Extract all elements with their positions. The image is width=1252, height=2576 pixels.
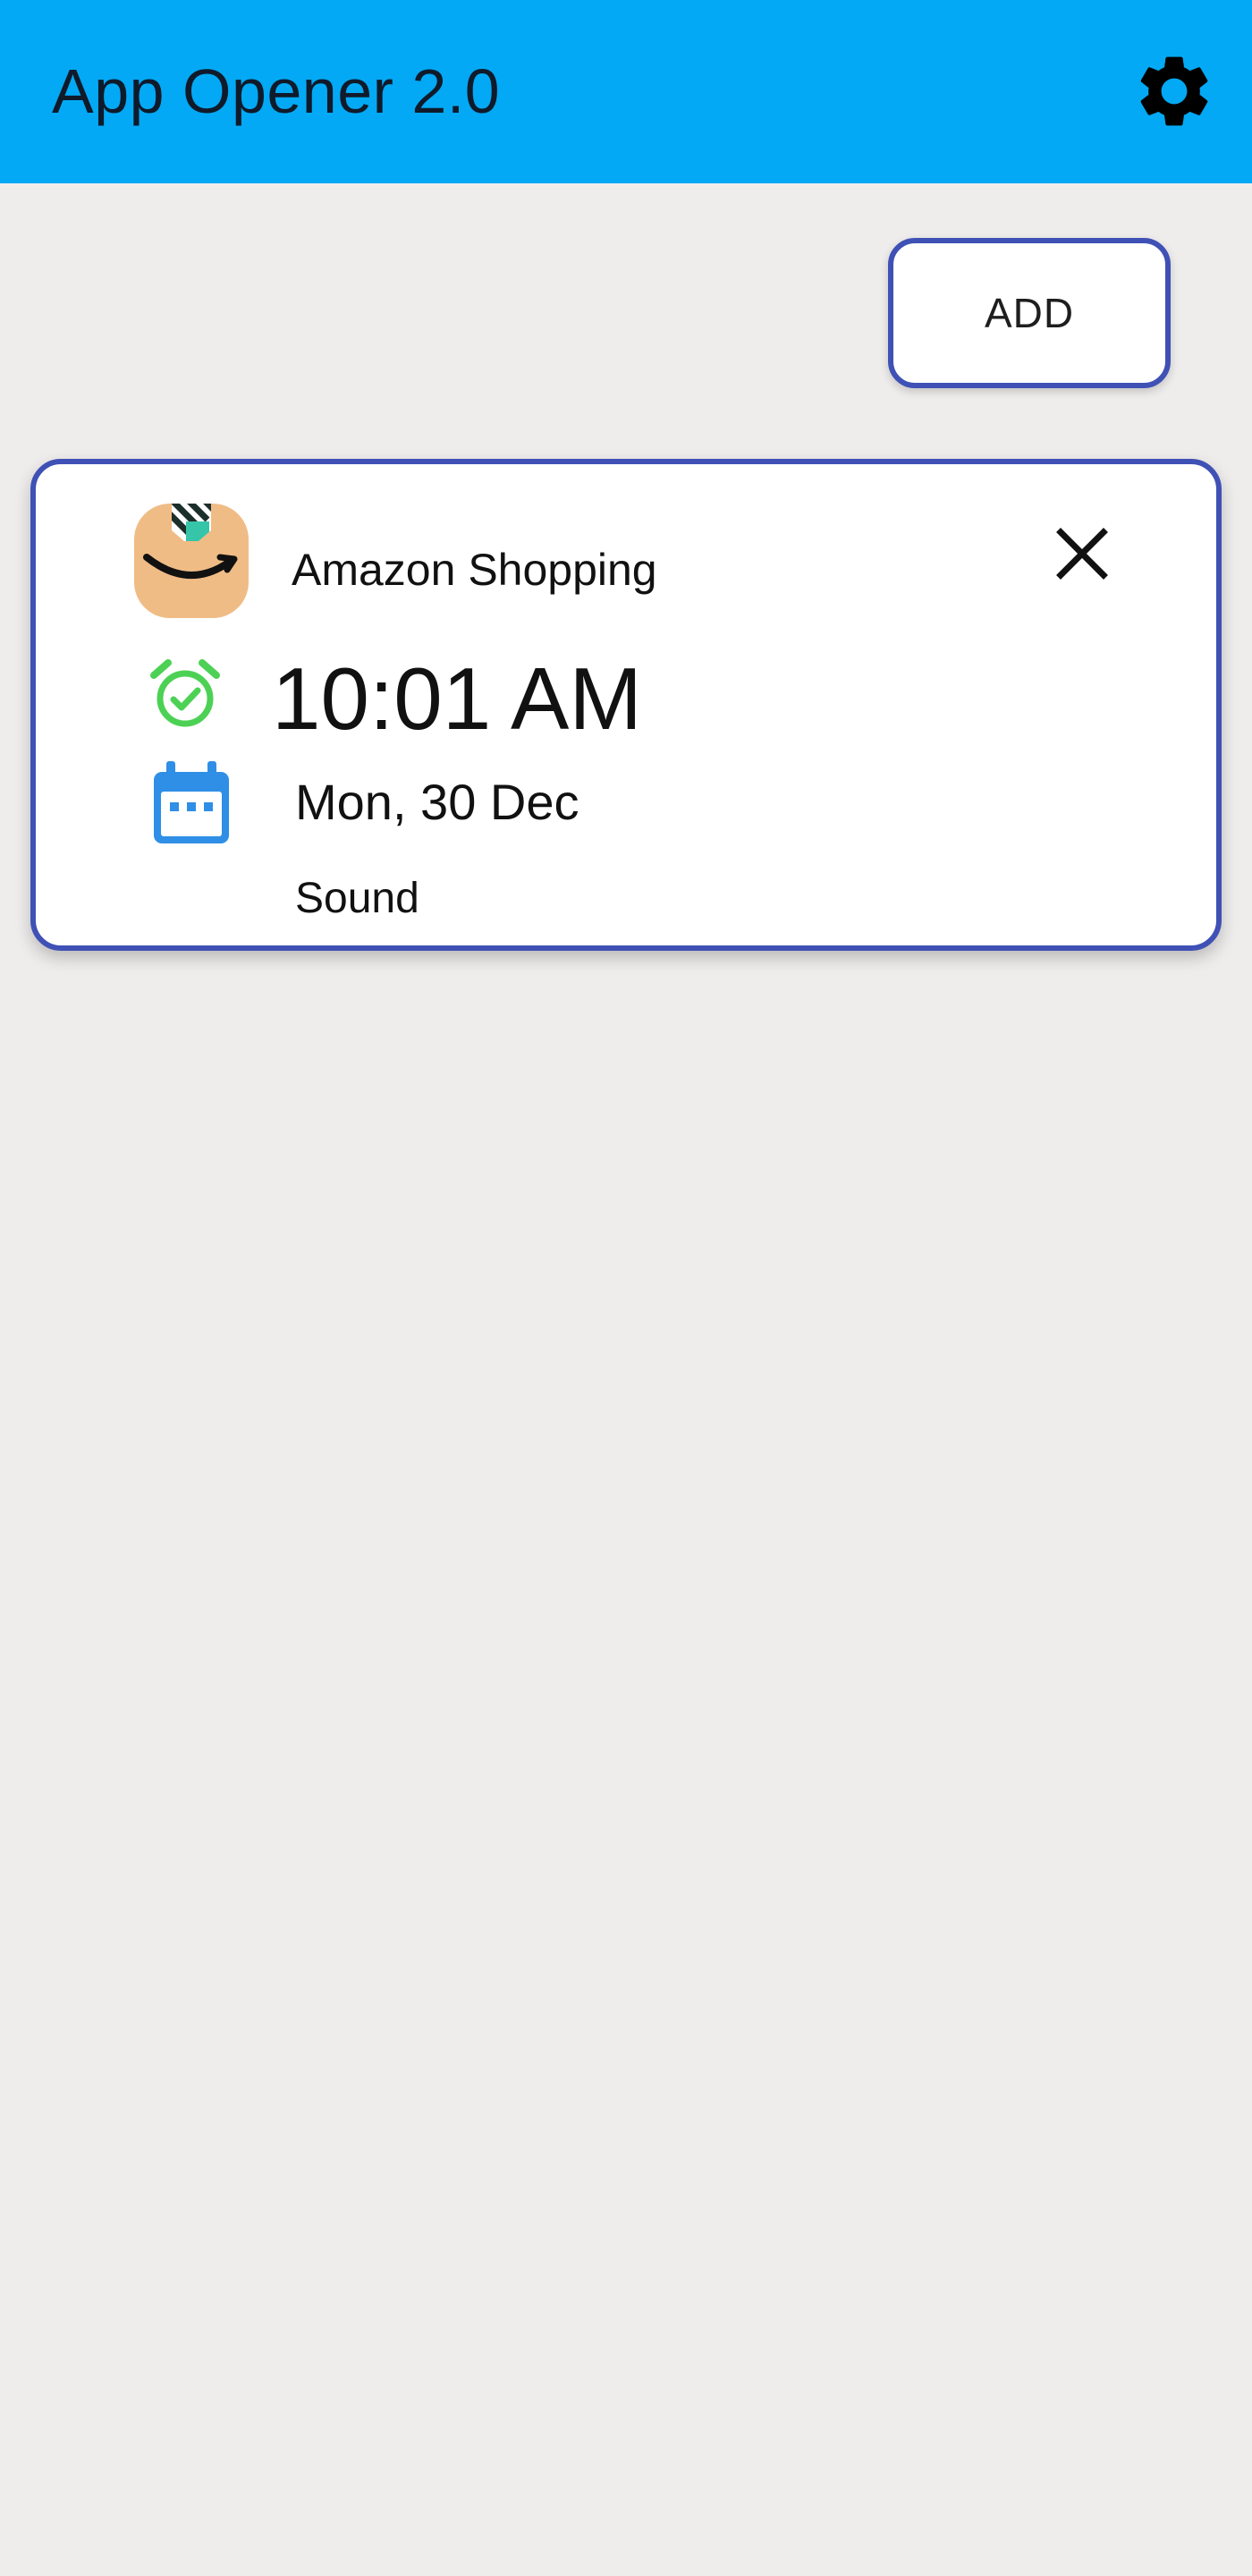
close-icon <box>1056 528 1108 580</box>
settings-button[interactable] <box>1131 48 1217 134</box>
schedule-card[interactable]: Amazon Shopping 10:01 AM Mon, 30 Dec Sou… <box>30 459 1222 951</box>
add-button[interactable]: ADD <box>888 238 1171 388</box>
app-bar: App Opener 2.0 <box>0 0 1252 183</box>
app-name: Amazon Shopping <box>292 545 657 595</box>
calendar-icon <box>148 759 234 847</box>
schedule-time[interactable]: 10:01 AM <box>272 647 642 750</box>
remove-schedule-button[interactable] <box>1048 520 1116 588</box>
alarm-check-icon <box>148 657 222 731</box>
amazon-shopping-icon <box>134 504 249 618</box>
gear-icon <box>1140 56 1208 126</box>
app-title: App Opener 2.0 <box>52 56 501 126</box>
schedule-date[interactable]: Mon, 30 Dec <box>295 772 579 833</box>
schedule-mode[interactable]: Sound <box>295 873 419 925</box>
